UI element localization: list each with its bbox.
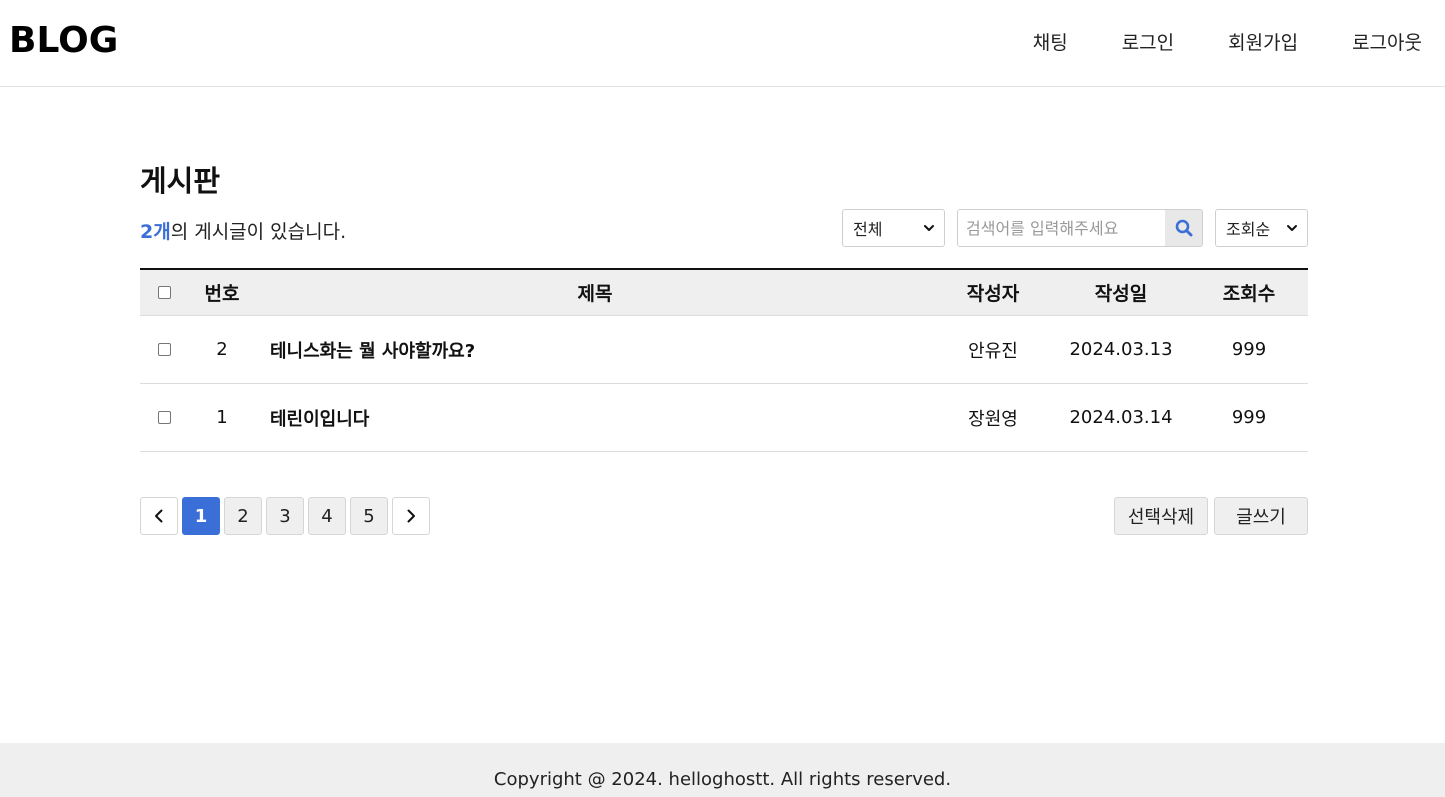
table-header-row: 번호 제목 작성자 작성일 조회수	[140, 270, 1308, 316]
board-section: 게시판 2개의 게시글이 있습니다. 전체 조회순 번호	[140, 158, 1308, 535]
pagination: 1 2 3 4 5	[140, 497, 434, 535]
page-button-4[interactable]: 4	[308, 497, 346, 535]
sort-select[interactable]: 조회순	[1215, 209, 1308, 247]
copyright-text: Copyright @ 2024. helloghostt. All right…	[493, 769, 952, 790]
search-button[interactable]	[1165, 210, 1202, 246]
page-button-3[interactable]: 3	[266, 497, 304, 535]
row-checkbox[interactable]	[157, 411, 171, 424]
search-box	[957, 209, 1203, 247]
post-date: 2024.03.14	[1069, 407, 1173, 428]
table-row: 2 테니스화는 뭘 사야할까요? 안유진 2024.03.13 999	[140, 316, 1308, 384]
select-all-checkbox[interactable]	[157, 286, 171, 299]
post-views: 999	[1231, 407, 1267, 428]
header-author: 작성자	[966, 283, 1020, 305]
header-date: 작성일	[1094, 283, 1148, 305]
header-views: 조회수	[1222, 283, 1276, 305]
chevron-down-icon	[1287, 225, 1297, 231]
nav-logout[interactable]: 로그아웃	[1352, 28, 1422, 55]
top-nav: 채팅 로그인 회원가입 로그아웃	[1033, 28, 1422, 55]
search-input[interactable]	[958, 210, 1165, 246]
category-select-value: 전체	[853, 220, 883, 239]
header-check-cell	[140, 270, 188, 315]
post-author: 장원영	[968, 408, 1018, 430]
post-table: 번호 제목 작성자 작성일 조회수 2 테니스화는 뭘 사야할까요? 안유진 2…	[140, 268, 1308, 452]
nav-signup[interactable]: 회원가입	[1228, 28, 1298, 55]
site-footer: Copyright @ 2024. helloghostt. All right…	[0, 743, 1445, 797]
search-controls: 전체 조회순	[842, 209, 1308, 247]
write-post-button[interactable]: 글쓰기	[1214, 497, 1308, 535]
row-check-cell	[140, 316, 188, 383]
search-icon	[1175, 219, 1192, 237]
table-row: 1 테린이입니다 장원영 2024.03.14 999	[140, 384, 1308, 452]
site-header: BLOG 채팅 로그인 회원가입 로그아웃	[0, 0, 1445, 87]
category-select[interactable]: 전체	[842, 209, 945, 247]
nav-login[interactable]: 로그인	[1122, 28, 1174, 55]
page-button-5[interactable]: 5	[350, 497, 388, 535]
site-logo[interactable]: BLOG	[9, 20, 118, 61]
post-title-link[interactable]: 테니스화는 뭘 사야할까요?	[256, 316, 934, 383]
sort-select-value: 조회순	[1226, 220, 1271, 239]
row-check-cell	[140, 384, 188, 451]
post-count-number: 2개	[140, 221, 171, 243]
post-number: 2	[216, 339, 228, 360]
prev-page-button[interactable]	[140, 497, 178, 535]
chevron-right-icon	[407, 509, 415, 523]
post-author: 안유진	[968, 340, 1018, 362]
nav-chat[interactable]: 채팅	[1033, 28, 1068, 55]
post-count-suffix: 의 게시글이 있습니다.	[170, 221, 347, 243]
page-button-2[interactable]: 2	[224, 497, 262, 535]
post-count: 2개의 게시글이 있습니다.	[140, 217, 346, 244]
delete-selected-button[interactable]: 선택삭제	[1114, 497, 1208, 535]
row-checkbox[interactable]	[157, 343, 171, 356]
chevron-left-icon	[155, 509, 163, 523]
post-number: 1	[216, 407, 228, 428]
header-num: 번호	[204, 283, 240, 305]
post-date: 2024.03.13	[1069, 339, 1173, 360]
post-views: 999	[1231, 339, 1267, 360]
chevron-down-icon	[924, 225, 934, 231]
header-title: 제목	[577, 283, 613, 305]
page-button-1[interactable]: 1	[182, 497, 220, 535]
post-title-link[interactable]: 테린이입니다	[256, 384, 934, 451]
next-page-button[interactable]	[392, 497, 430, 535]
board-toolbar: 2개의 게시글이 있습니다. 전체 조회순	[140, 209, 1308, 249]
board-actions: 선택삭제 글쓰기	[1114, 497, 1308, 535]
page-title: 게시판	[140, 164, 221, 198]
